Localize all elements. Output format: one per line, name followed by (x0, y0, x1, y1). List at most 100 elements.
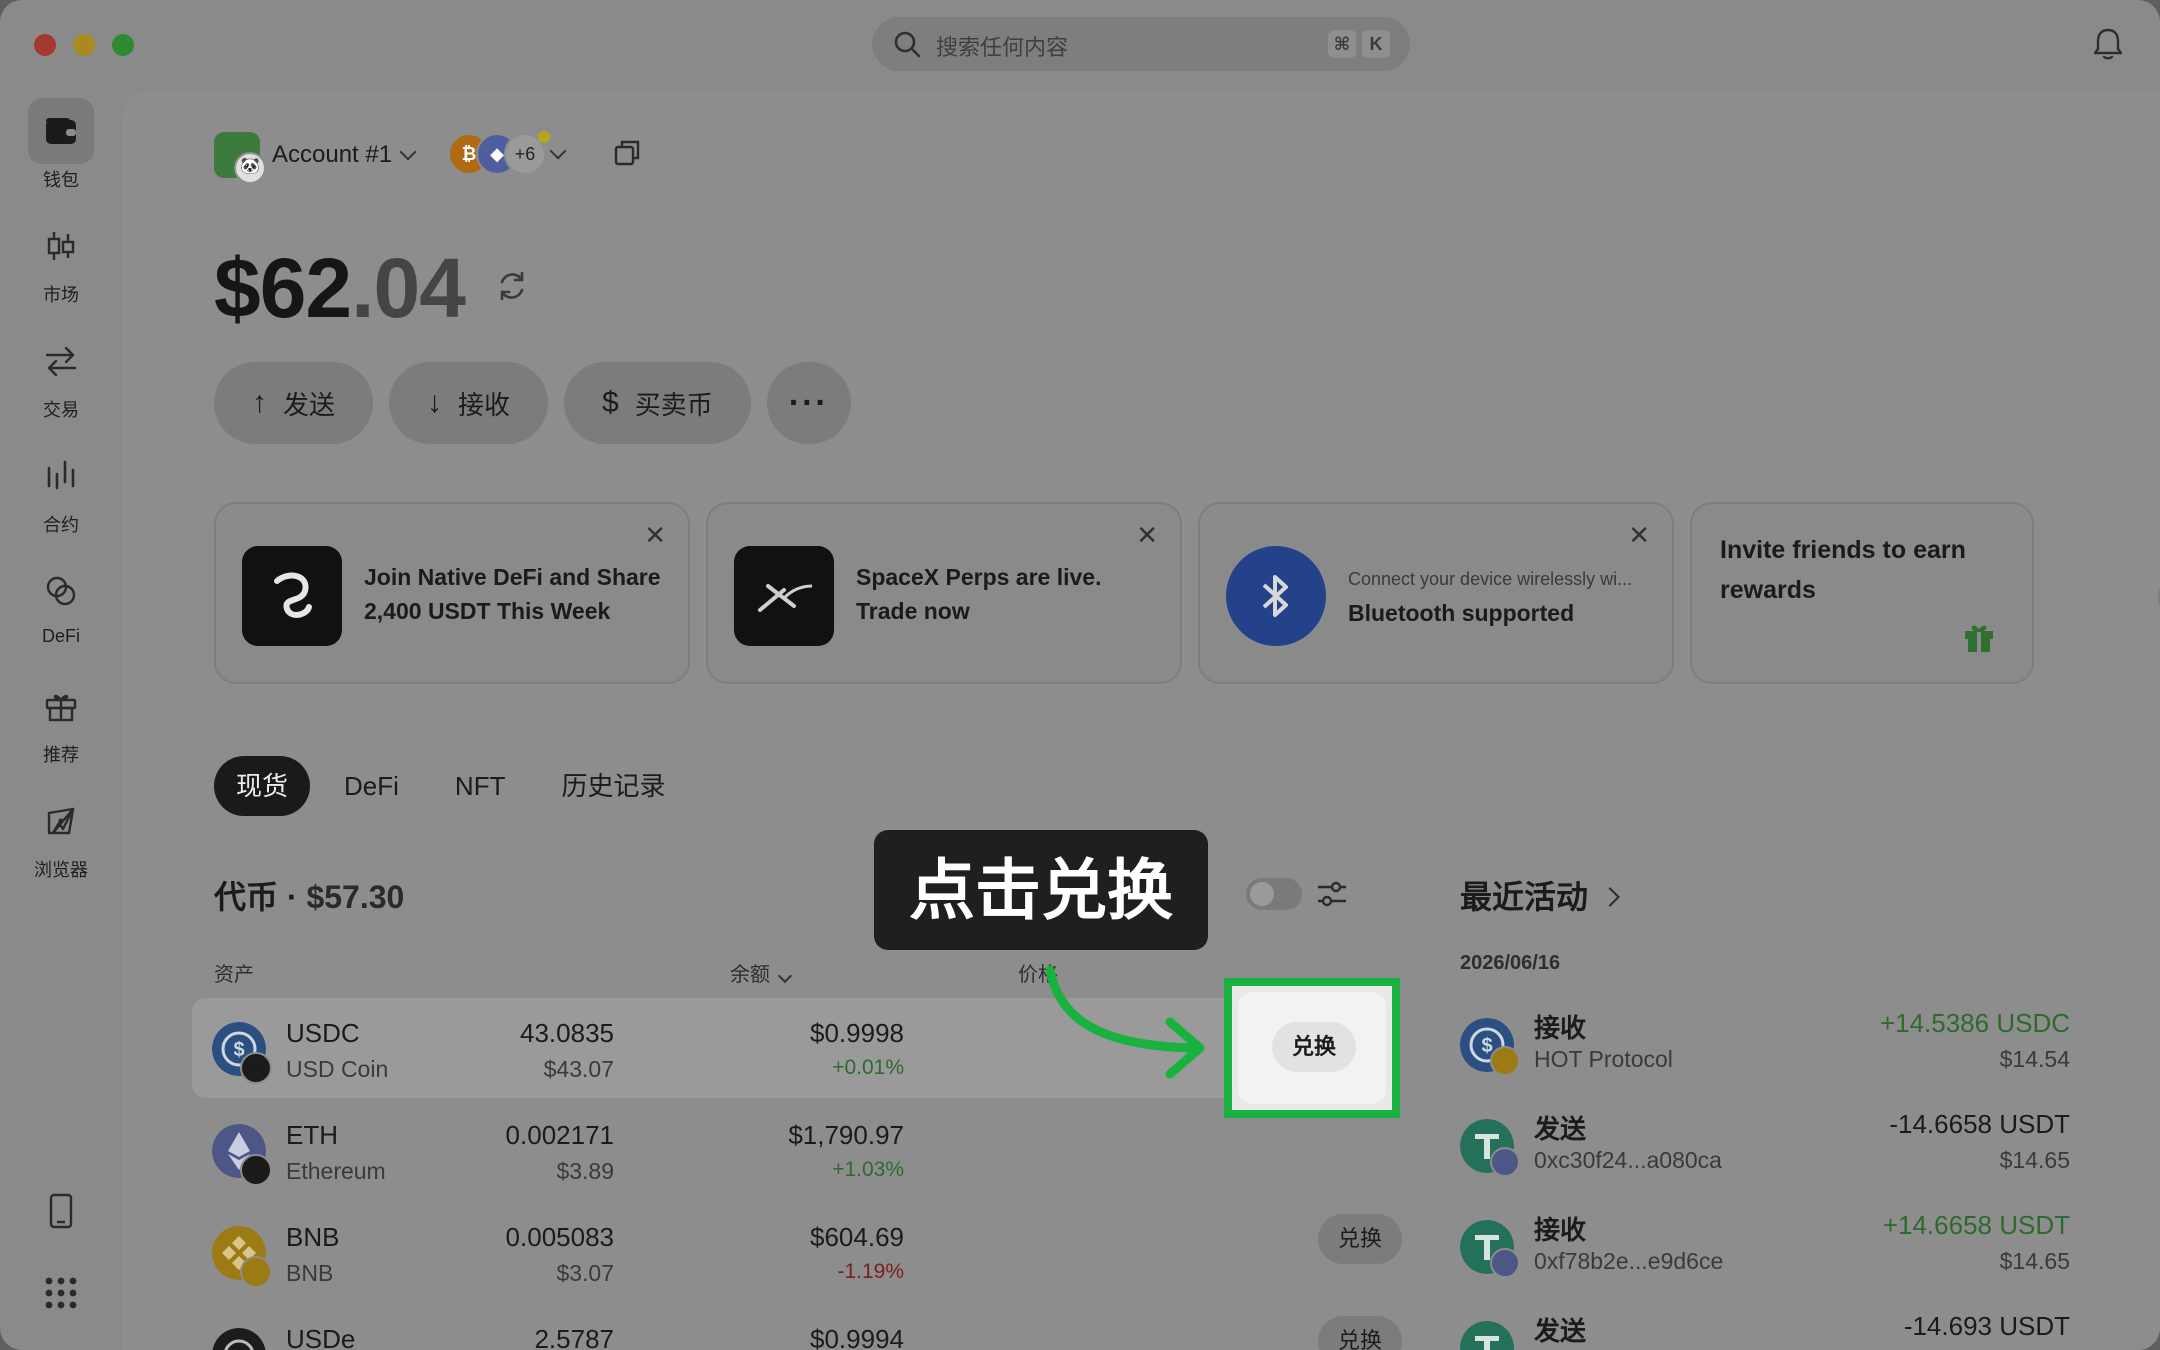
close-icon[interactable]: ✕ (1628, 520, 1650, 551)
promo-card-bluetooth[interactable]: Connect your device wirelessly wi... Blu… (1198, 502, 1674, 684)
send-label: 发送 (283, 389, 336, 420)
search-bar[interactable]: 搜索任何内容 ⌘ K (872, 17, 1410, 71)
refresh-icon[interactable] (494, 268, 530, 304)
send-button[interactable]: ↑ 发送 (214, 362, 374, 444)
hide-small-toggle[interactable] (1246, 878, 1302, 910)
promo-card-spacex[interactable]: SpaceX Perps are live. Trade now ✕ (706, 502, 1182, 684)
token-amount: 0.005083 (505, 1222, 614, 1252)
bars-icon (47, 460, 75, 490)
token-row-usde[interactable]: USDe 2.5787 $0.9994 (192, 1304, 1362, 1350)
card-text: 2,400 USDT This Week (364, 598, 611, 624)
promo-card-invite[interactable]: Invite friends to earn rewards (1690, 502, 2034, 684)
arrow-up-icon: ↑ (252, 386, 267, 419)
action-buttons: ↑ 发送 ↓ 接收 $ 买卖币 ··· (214, 362, 851, 444)
sidebar-item-futures[interactable]: 合约 (12, 443, 110, 537)
token-row-eth[interactable]: ETH Ethereum 0.002171 $3.89 $1,790.97 +1… (192, 1100, 1362, 1200)
minimize-window-button[interactable] (73, 34, 95, 56)
sidebar-label: 合约 (43, 515, 79, 535)
token-row-bnb[interactable]: BNB BNB 0.005083 $3.07 $604.69 -1.19% (192, 1202, 1362, 1302)
close-icon[interactable]: ✕ (644, 520, 666, 551)
swap-button-bnb[interactable]: 兑换 (1318, 1316, 1402, 1350)
card-text: Invite friends to earn (1720, 536, 1966, 564)
more-actions-button[interactable]: ··· (766, 362, 851, 444)
token-symbol: USDe (286, 1324, 356, 1350)
receive-button[interactable]: ↓ 接收 (389, 362, 549, 444)
ethereum-badge-icon (1490, 1248, 1520, 1278)
buy-sell-button[interactable]: $ 买卖币 (564, 362, 751, 444)
chevron-down-icon (399, 143, 417, 161)
account-selector[interactable]: 🐼 Account #1 (214, 130, 417, 184)
mobile-device-icon[interactable] (42, 1192, 80, 1230)
chain-selector[interactable]: ₿ ◆ +6 (448, 131, 567, 176)
ethereum-badge-icon (1490, 1147, 1520, 1177)
sidebar-item-wallet[interactable]: 钱包 (12, 98, 110, 192)
total-balance: $62.04 (214, 240, 466, 337)
search-placeholder: 搜索任何内容 (936, 35, 1069, 60)
token-amount: 2.5787 (534, 1324, 614, 1350)
tab-spot[interactable]: 现货 (214, 756, 311, 816)
activity-counterparty: 0xc30f24...a080ca (1534, 1147, 1722, 1173)
token-value: $43.07 (543, 1056, 614, 1082)
activity-type: 接收 (1534, 1013, 1587, 1043)
sidebar-item-trade[interactable]: 交易 (12, 328, 110, 422)
recent-activity-title[interactable]: 最近活动 (1460, 872, 1620, 918)
apps-grid-icon[interactable] (42, 1274, 80, 1312)
swap-button-usdc[interactable]: 兑换 (1272, 1022, 1356, 1072)
card-text: Trade now (856, 598, 970, 624)
activity-date: 2026/06/16 (1460, 952, 1561, 974)
activity-amount: -14.693 USDT (1903, 1311, 2070, 1341)
sidebar-item-referral[interactable]: 推荐 (12, 673, 110, 767)
gift-icon (45, 694, 77, 722)
candlestick-icon (47, 232, 75, 260)
compass-icon (47, 807, 75, 835)
token-name: USD Coin (286, 1056, 389, 1082)
activity-item[interactable]: 接收 0xf78b2e...e9d6ce +14.6658 USDT $14.6… (1460, 1204, 2070, 1304)
activity-amount: +14.6658 USDT (1882, 1210, 2070, 1240)
tab-history[interactable]: 历史记录 (539, 756, 687, 816)
sidebar-item-defi[interactable]: DeFi (12, 558, 110, 647)
activity-item[interactable]: 发送 -14.693 USDT (1460, 1305, 2070, 1350)
promo-cards: Join Native DeFi and Share 2,400 USDT Th… (214, 502, 2160, 688)
activity-type: 接收 (1534, 1215, 1587, 1245)
token-price: $0.9998 (810, 1018, 904, 1048)
copy-icon[interactable] (612, 138, 642, 168)
activity-counterparty: 0xf78b2e...e9d6ce (1534, 1248, 1724, 1274)
card-text: Join Native DeFi and Share (364, 564, 661, 590)
tab-nft[interactable]: NFT (433, 756, 528, 816)
dollar-icon: $ (602, 386, 619, 419)
token-amount: 43.0835 (520, 1018, 614, 1048)
close-window-button[interactable] (34, 34, 56, 56)
filter-sliders-icon[interactable] (1314, 876, 1350, 912)
activity-item[interactable]: 发送 0xc30f24...a080ca -14.6658 USDT $14.6… (1460, 1103, 2070, 1203)
chain-badge-icon (240, 1256, 272, 1288)
gift-icon (1965, 625, 1993, 652)
token-symbol: ETH (286, 1120, 338, 1150)
token-value: $3.89 (556, 1158, 614, 1184)
notification-bell-icon[interactable] (2088, 24, 2128, 64)
tokens-title: 代币 · (214, 879, 307, 915)
swap-button-eth[interactable]: 兑换 (1318, 1214, 1402, 1264)
account-name: Account #1 (272, 141, 393, 168)
token-change: +0.01% (832, 1056, 904, 1079)
activity-item[interactable]: $ 接收 HOT Protocol +14.5386 USDC $14.54 (1460, 1002, 2070, 1102)
title-bar: 搜索任何内容 ⌘ K (0, 0, 2160, 90)
buy-sell-label: 买卖币 (634, 389, 713, 420)
activity-value: $14.65 (1999, 1248, 2070, 1274)
search-icon (894, 31, 921, 58)
sidebar-item-market[interactable]: 市场 (12, 213, 110, 307)
spacex-logo-icon (734, 546, 834, 646)
col-balance[interactable]: 余额 (730, 958, 793, 987)
col-asset: 资产 (214, 964, 254, 986)
maximize-window-button[interactable] (112, 34, 134, 56)
activity-type: 发送 (1534, 1114, 1587, 1144)
close-icon[interactable]: ✕ (1136, 520, 1158, 551)
sidebar-label: 钱包 (43, 170, 79, 190)
card-text: rewards (1720, 576, 1816, 604)
promo-card-native-defi[interactable]: Join Native DeFi and Share 2,400 USDT Th… (214, 502, 690, 684)
swap-arrows-icon (45, 346, 77, 377)
token-price: $0.9994 (810, 1324, 904, 1350)
token-price: $604.69 (810, 1222, 904, 1252)
highlighted-swap-target: 兑换 (1224, 978, 1400, 1118)
tab-defi[interactable]: DeFi (322, 756, 421, 816)
sidebar-item-browser[interactable]: 浏览器 (12, 788, 110, 882)
